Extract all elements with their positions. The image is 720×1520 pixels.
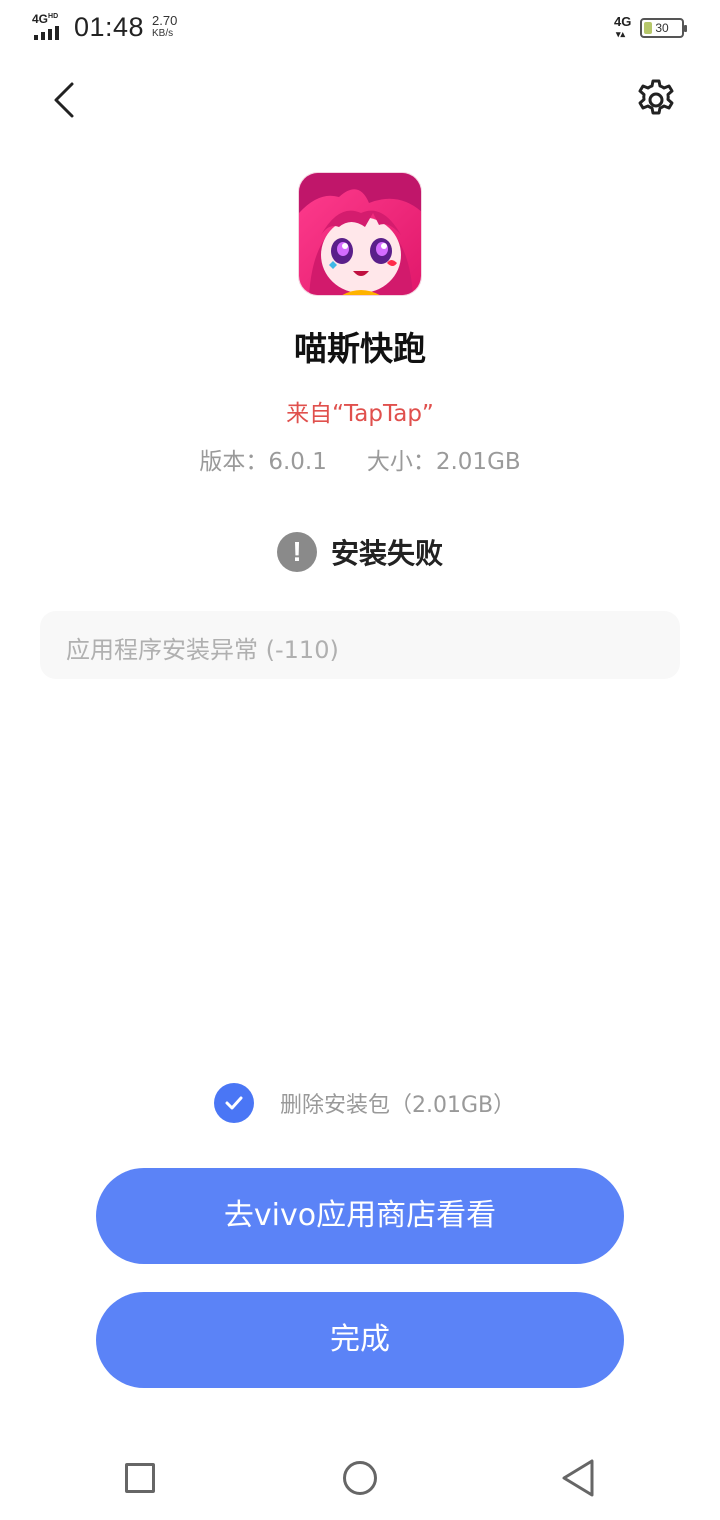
delete-package-option[interactable]: 删除安装包（2.01GB）: [214, 1082, 515, 1124]
network-speed: 2.70 KB/s: [152, 14, 177, 40]
install-result-screen: 4GHD 01:48 2.70 KB/s 4G ▾▴ 30 喵斯快跑 来自“Ta…: [0, 0, 720, 1520]
app-icon: [298, 172, 422, 296]
error-message: 应用程序安装异常 (-110): [66, 636, 339, 664]
network-type-right: 4G: [614, 14, 632, 29]
hd-badge: HD: [48, 13, 59, 20]
app-size: 大小：2.01GB: [366, 449, 521, 475]
data-arrows-icon: ▾▴: [616, 29, 626, 39]
checkmark-icon: [225, 1096, 243, 1110]
recent-apps-button[interactable]: [125, 1463, 155, 1493]
triangle-back-icon: [562, 1459, 594, 1497]
app-name: 喵斯快跑: [294, 329, 426, 368]
warning-icon: !: [276, 532, 317, 572]
battery-percent: 30: [655, 21, 669, 35]
battery-icon: 30: [640, 18, 687, 38]
network-speed-value: 2.70: [152, 13, 178, 28]
settings-button[interactable]: [632, 76, 680, 124]
status-time: 01:48: [74, 12, 145, 42]
install-status-text: 安装失败: [330, 537, 443, 570]
open-app-store-button[interactable]: 去vivo应用商店看看: [96, 1168, 624, 1264]
gear-icon: [638, 79, 674, 115]
status-bar: 4GHD 01:48 2.70 KB/s 4G ▾▴ 30: [0, 0, 720, 56]
nav-back-button[interactable]: [560, 1458, 596, 1498]
chevron-left-icon: [54, 82, 74, 118]
network-type: 4G: [32, 12, 49, 26]
error-message-box: 应用程序安装异常 (-110): [40, 611, 680, 679]
home-button[interactable]: [343, 1461, 377, 1495]
back-button[interactable]: [40, 76, 88, 124]
cellular-signal-icon: 4GHD: [32, 12, 68, 40]
app-meta: 版本：6.0.1 大小：2.01GB: [0, 442, 720, 476]
mobile-data-icon: 4G ▾▴: [614, 14, 632, 39]
install-status: ! 安装失败: [0, 530, 720, 574]
app-source: 来自“TapTap”: [286, 401, 434, 427]
delete-package-checkbox[interactable]: [214, 1083, 254, 1123]
delete-package-label: 删除安装包（2.01GB）: [280, 1093, 516, 1118]
done-button[interactable]: 完成: [96, 1292, 624, 1388]
network-speed-unit: KB/s: [152, 28, 174, 39]
app-version: 版本：6.0.1: [199, 449, 327, 475]
